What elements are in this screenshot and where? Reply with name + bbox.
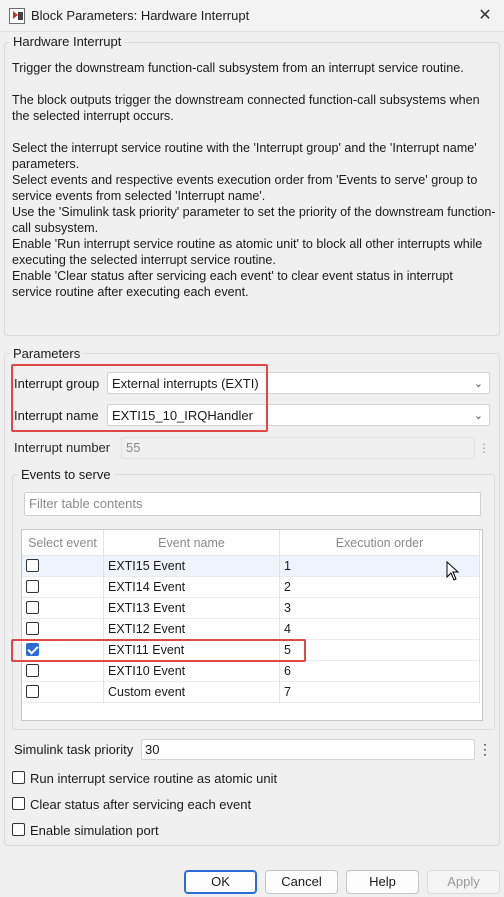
- interrupt-number-label: Interrupt number: [14, 440, 111, 455]
- select-event-checkbox[interactable]: [26, 622, 39, 635]
- table-row[interactable]: EXTI15 Event 1: [22, 556, 480, 577]
- clear-status-checkbox[interactable]: [12, 797, 25, 810]
- close-button[interactable]: ✕: [472, 4, 498, 28]
- execution-order-cell[interactable]: 3: [280, 598, 480, 619]
- select-event-checkbox[interactable]: [26, 559, 39, 572]
- interrupt-group-value: External interrupts (EXTI): [112, 376, 259, 391]
- interrupt-name-value: EXTI15_10_IRQHandler: [112, 408, 253, 423]
- event-name-cell: EXTI13 Event: [104, 598, 280, 619]
- clear-status-label[interactable]: Clear status after servicing each event: [30, 797, 251, 812]
- events-legend: Events to serve: [18, 467, 114, 482]
- more-options-icon: ⋮: [478, 441, 490, 455]
- select-cell: [22, 577, 104, 598]
- select-event-checkbox[interactable]: [26, 664, 39, 677]
- description-text: Trigger the downstream function-call sub…: [12, 61, 496, 299]
- table-row[interactable]: EXTI10 Event 6: [22, 661, 480, 682]
- select-event-checkbox[interactable]: [26, 685, 39, 698]
- filter-input[interactable]: Filter table contents: [24, 492, 481, 516]
- select-event-checkbox[interactable]: [26, 643, 39, 656]
- interrupt-group-label: Interrupt group: [14, 376, 100, 391]
- select-cell: [22, 661, 104, 682]
- interrupt-name-dropdown[interactable]: EXTI15_10_IRQHandler ⌄: [107, 404, 490, 426]
- atomic-unit-checkbox[interactable]: [12, 771, 25, 784]
- events-table: Select event Event name Execution order …: [21, 529, 483, 721]
- event-name-cell: EXTI10 Event: [104, 661, 280, 682]
- execution-order-cell[interactable]: 4: [280, 619, 480, 640]
- help-button[interactable]: Help: [346, 870, 419, 894]
- select-event-checkbox[interactable]: [26, 601, 39, 614]
- interrupt-name-label: Interrupt name: [14, 408, 99, 423]
- select-cell: [22, 619, 104, 640]
- execution-order-cell[interactable]: 6: [280, 661, 480, 682]
- execution-order-cell[interactable]: 5: [280, 640, 480, 661]
- select-event-checkbox[interactable]: [26, 580, 39, 593]
- event-name-cell: EXTI11 Event: [104, 640, 280, 661]
- table-row[interactable]: EXTI14 Event 2: [22, 577, 480, 598]
- mouse-cursor-icon: [446, 561, 460, 581]
- more-options-icon[interactable]: ⋮: [478, 739, 492, 760]
- window-title: Block Parameters: Hardware Interrupt: [31, 8, 250, 23]
- interrupt-group-dropdown[interactable]: External interrupts (EXTI) ⌄: [107, 372, 490, 394]
- task-priority-label: Simulink task priority: [14, 742, 134, 757]
- chevron-down-icon: ⌄: [473, 378, 483, 390]
- atomic-unit-label[interactable]: Run interrupt service routine as atomic …: [30, 771, 277, 786]
- column-header[interactable]: Event name: [104, 530, 280, 556]
- select-cell: [22, 556, 104, 577]
- table-row[interactable]: EXTI13 Event 3: [22, 598, 480, 619]
- simulink-block-icon: [9, 8, 25, 24]
- interrupt-number-field: 55: [121, 437, 475, 459]
- select-cell: [22, 682, 104, 703]
- ok-button[interactable]: OK: [184, 870, 257, 894]
- description-legend: Hardware Interrupt: [10, 34, 125, 49]
- table-row[interactable]: Custom event 7: [22, 682, 480, 703]
- event-name-cell: Custom event: [104, 682, 280, 703]
- simulation-port-checkbox[interactable]: [12, 823, 25, 836]
- select-cell: [22, 598, 104, 619]
- apply-button[interactable]: Apply: [427, 870, 500, 894]
- chevron-down-icon: ⌄: [473, 410, 483, 422]
- event-name-cell: EXTI12 Event: [104, 619, 280, 640]
- cancel-button[interactable]: Cancel: [265, 870, 338, 894]
- event-name-cell: EXTI15 Event: [104, 556, 280, 577]
- task-priority-input[interactable]: 30: [141, 739, 475, 760]
- select-cell: [22, 640, 104, 661]
- column-header[interactable]: Execution order: [280, 530, 480, 556]
- simulation-port-label[interactable]: Enable simulation port: [30, 823, 159, 838]
- table-row[interactable]: EXTI12 Event 4: [22, 619, 480, 640]
- column-header[interactable]: Select event: [22, 530, 104, 556]
- event-name-cell: EXTI14 Event: [104, 577, 280, 598]
- table-row[interactable]: EXTI11 Event 5: [22, 640, 480, 661]
- parameters-legend: Parameters: [10, 346, 84, 361]
- execution-order-cell[interactable]: 7: [280, 682, 480, 703]
